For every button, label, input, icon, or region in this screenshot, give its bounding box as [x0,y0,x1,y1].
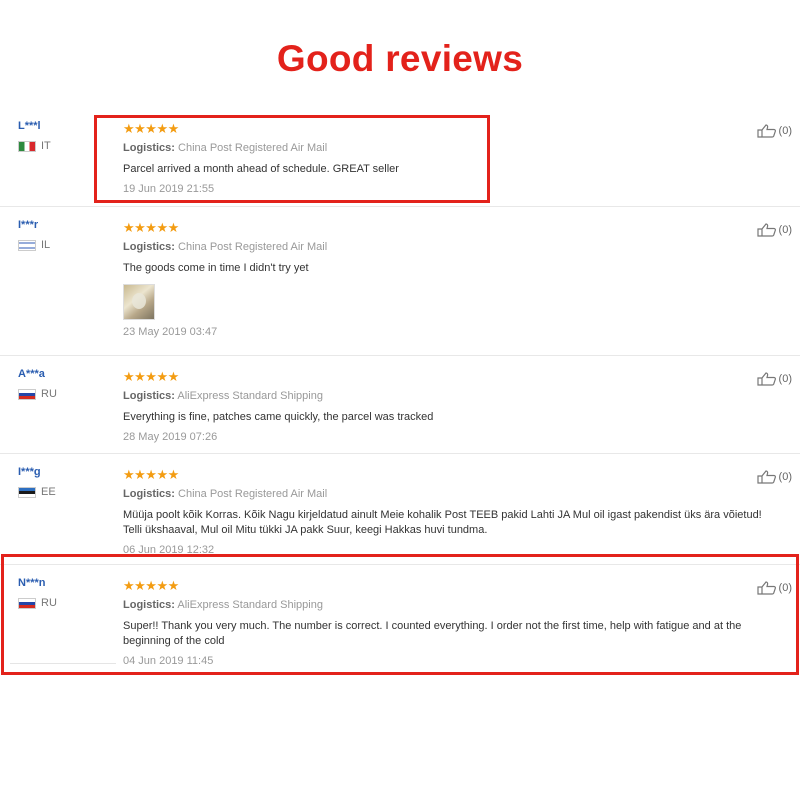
estonia-flag-icon [18,486,36,498]
country-code: RU [41,388,57,400]
reviewer-name[interactable]: A***a [18,368,57,380]
reviewer-country: IL [18,239,50,251]
like-count: (0) [778,582,792,594]
reviewer-country: EE [18,486,56,498]
logistics-info: Logistics: AliExpress Standard Shipping [123,599,772,611]
review-item: I***r IL ★★★★★ Logistics: China Post Reg… [0,207,800,356]
reviewer-info: L***l IT [18,120,51,152]
review-date: 06 Jun 2019 12:32 [123,544,215,556]
country-code: RU [41,597,57,609]
divider [10,663,116,664]
israel-flag-icon [18,239,36,251]
review-item: L***l IT ★★★★★ Logistics: China Post Reg… [0,108,800,207]
review-content: ★★★★★ Logistics: China Post Registered A… [123,221,772,338]
review-list: L***l IT ★★★★★ Logistics: China Post Reg… [0,108,800,685]
russia-flag-icon [18,388,36,400]
review-text: Müüja poolt kõik Korras. Kõik Nagu kirje… [123,509,762,536]
logistics-label: Logistics: [123,241,175,253]
reviewer-country: RU [18,597,57,609]
review-text: Super!! Thank you very much. The number … [123,620,742,647]
thumbs-up-icon [756,223,776,237]
logistics-value: AliExpress Standard Shipping [177,599,323,611]
review-date: 04 Jun 2019 11:45 [123,655,214,667]
logistics-value: China Post Registered Air Mail [178,142,328,154]
logistics-label: Logistics: [123,488,175,500]
logistics-info: Logistics: China Post Registered Air Mai… [123,488,772,500]
logistics-info: Logistics: China Post Registered Air Mai… [123,241,772,253]
logistics-value: AliExpress Standard Shipping [177,390,323,402]
review-photo-thumbnail[interactable] [123,284,155,320]
page-title: Good reviews [276,38,524,79]
review-text: The goods come in time I didn't try yet [123,262,309,274]
logistics-label: Logistics: [123,599,175,611]
star-rating: ★★★★★ [123,121,179,136]
review-text: Everything is fine, patches came quickly… [123,411,434,423]
star-rating: ★★★★★ [123,578,179,593]
logistics-value: China Post Registered Air Mail [178,241,328,253]
review-date: 23 May 2019 03:47 [123,326,218,338]
review-content: ★★★★★ Logistics: AliExpress Standard Shi… [123,370,772,443]
review-date: 28 May 2019 07:26 [123,431,218,443]
country-code: IT [41,140,51,152]
russia-flag-icon [18,597,36,609]
reviewer-info: I***g EE [18,466,56,498]
logistics-value: China Post Registered Air Mail [178,488,328,500]
thumbs-up-icon [756,372,776,386]
like-count: (0) [778,373,792,385]
review-item: I***g EE ★★★★★ Logistics: China Post Reg… [0,454,800,565]
review-content: ★★★★★ Logistics: China Post Registered A… [123,468,772,556]
thumbs-up-icon [756,124,776,138]
logistics-label: Logistics: [123,390,175,402]
review-text: Parcel arrived a month ahead of schedule… [123,163,399,175]
star-rating: ★★★★★ [123,467,179,482]
country-code: EE [41,486,56,498]
like-count: (0) [778,125,792,137]
like-count: (0) [778,224,792,236]
reviewer-name[interactable]: N***n [18,577,57,589]
review-content: ★★★★★ Logistics: AliExpress Standard Shi… [123,579,772,667]
reviewer-name[interactable]: I***r [18,219,50,231]
review-item: A***a RU ★★★★★ Logistics: AliExpress Sta… [0,356,800,454]
star-rating: ★★★★★ [123,220,179,235]
reviewer-country: IT [18,140,51,152]
star-rating: ★★★★★ [123,369,179,384]
like-button[interactable]: (0) [756,581,792,595]
reviewer-country: RU [18,388,57,400]
review-date: 19 Jun 2019 21:55 [123,183,215,195]
like-button[interactable]: (0) [756,372,792,386]
logistics-info: Logistics: China Post Registered Air Mai… [123,142,772,154]
logistics-info: Logistics: AliExpress Standard Shipping [123,390,772,402]
like-button[interactable]: (0) [756,223,792,237]
italy-flag-icon [18,140,36,152]
review-item: N***n RU ★★★★★ Logistics: AliExpress Sta… [0,565,800,685]
like-button[interactable]: (0) [756,124,792,138]
reviewer-name[interactable]: L***l [18,120,51,132]
thumbs-up-icon [756,470,776,484]
review-content: ★★★★★ Logistics: China Post Registered A… [123,122,772,195]
reviewer-info: I***r IL [18,219,50,251]
reviewer-info: N***n RU [18,577,57,609]
country-code: IL [41,239,51,251]
thumbs-up-icon [756,581,776,595]
reviewer-info: A***a RU [18,368,57,400]
reviewer-name[interactable]: I***g [18,466,56,478]
like-button[interactable]: (0) [756,470,792,484]
like-count: (0) [778,471,792,483]
logistics-label: Logistics: [123,142,175,154]
